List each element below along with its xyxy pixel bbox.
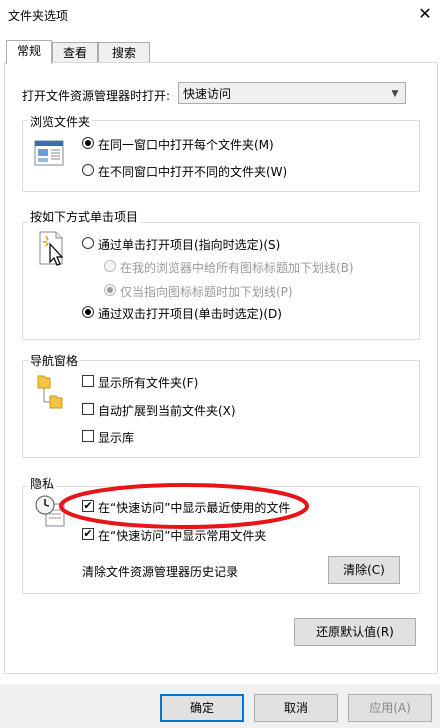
underline-hover-label[interactable]: 仅当指向图标标题时加下划线(P) [120,283,293,300]
open-new-window-radio[interactable] [82,164,94,176]
clear-history-button[interactable]: 清除(C) [328,556,400,584]
apply-button[interactable]: 应用(A) [348,694,432,722]
restore-defaults-button[interactable]: 还原默认值(R) [294,618,416,646]
show-all-folders-checkbox[interactable] [82,375,94,387]
browse-folders-group [22,120,420,192]
window-title: 文件夹选项 [8,9,69,23]
tab-search[interactable]: 搜索 [98,42,150,63]
window-panes-icon [34,140,64,166]
show-libraries-label[interactable]: 显示库 [98,429,134,446]
restore-defaults-button-label: 还原默认值(R) [316,625,394,639]
open-explorer-label: 打开文件资源管理器时打开: [22,89,171,103]
single-click-label[interactable]: 通过单击打开项目(指向时选定)(S) [98,236,280,253]
open-explorer-value: 快速访问 [183,87,232,101]
apply-button-label: 应用(A) [369,701,411,715]
open-explorer-select[interactable]: 快速访问 ▼ [178,82,406,104]
clear-history-label: 清除文件资源管理器历史记录 [82,565,239,579]
click-items-title: 按如下方式单击项目 [28,208,141,225]
tab-general[interactable]: 常规 [6,40,52,64]
double-click-label[interactable]: 通过双击打开项目(单击时选定)(D) [98,305,282,322]
ok-button-label: 确定 [189,701,214,715]
ok-button[interactable]: 确定 [160,694,244,722]
folder-tree-icon [34,374,64,412]
cancel-button-label: 取消 [283,701,308,715]
tab-view[interactable]: 查看 [52,42,98,63]
show-all-folders-label[interactable]: 显示所有文件夹(F) [98,374,198,391]
underline-always-radio[interactable] [104,260,116,272]
clear-history-button-label: 清除(C) [343,563,385,577]
annotation-ellipse [59,483,309,529]
expand-to-folder-checkbox[interactable] [82,403,94,415]
navigation-pane-title: 导航窗格 [28,352,81,369]
show-libraries-checkbox[interactable] [82,430,94,442]
privacy-title: 隐私 [28,475,57,492]
pointer-document-icon [38,230,68,268]
close-icon[interactable]: ✕ [414,3,436,25]
single-click-radio[interactable] [82,237,94,249]
expand-to-folder-label[interactable]: 自动扩展到当前文件夹(X) [98,402,236,419]
double-click-radio[interactable] [82,306,94,318]
title-bar: 文件夹选项 ✕ [0,0,440,30]
tab-search-label: 搜索 [111,46,136,60]
tab-general-label: 常规 [16,44,41,58]
cancel-button[interactable]: 取消 [254,694,338,722]
open-same-window-radio[interactable] [82,137,94,149]
open-same-window-label[interactable]: 在同一窗口中打开每个文件夹(M) [98,136,274,153]
underline-always-label[interactable]: 在我的浏览器中给所有图标标题加下划线(B) [120,259,354,276]
chevron-down-icon: ▼ [391,89,399,99]
open-new-window-label[interactable]: 在不同窗口中打开不同的文件夹(W) [98,163,287,180]
underline-hover-radio[interactable] [104,284,116,296]
tab-view-label: 查看 [62,46,87,60]
browse-folders-title: 浏览文件夹 [28,113,93,130]
